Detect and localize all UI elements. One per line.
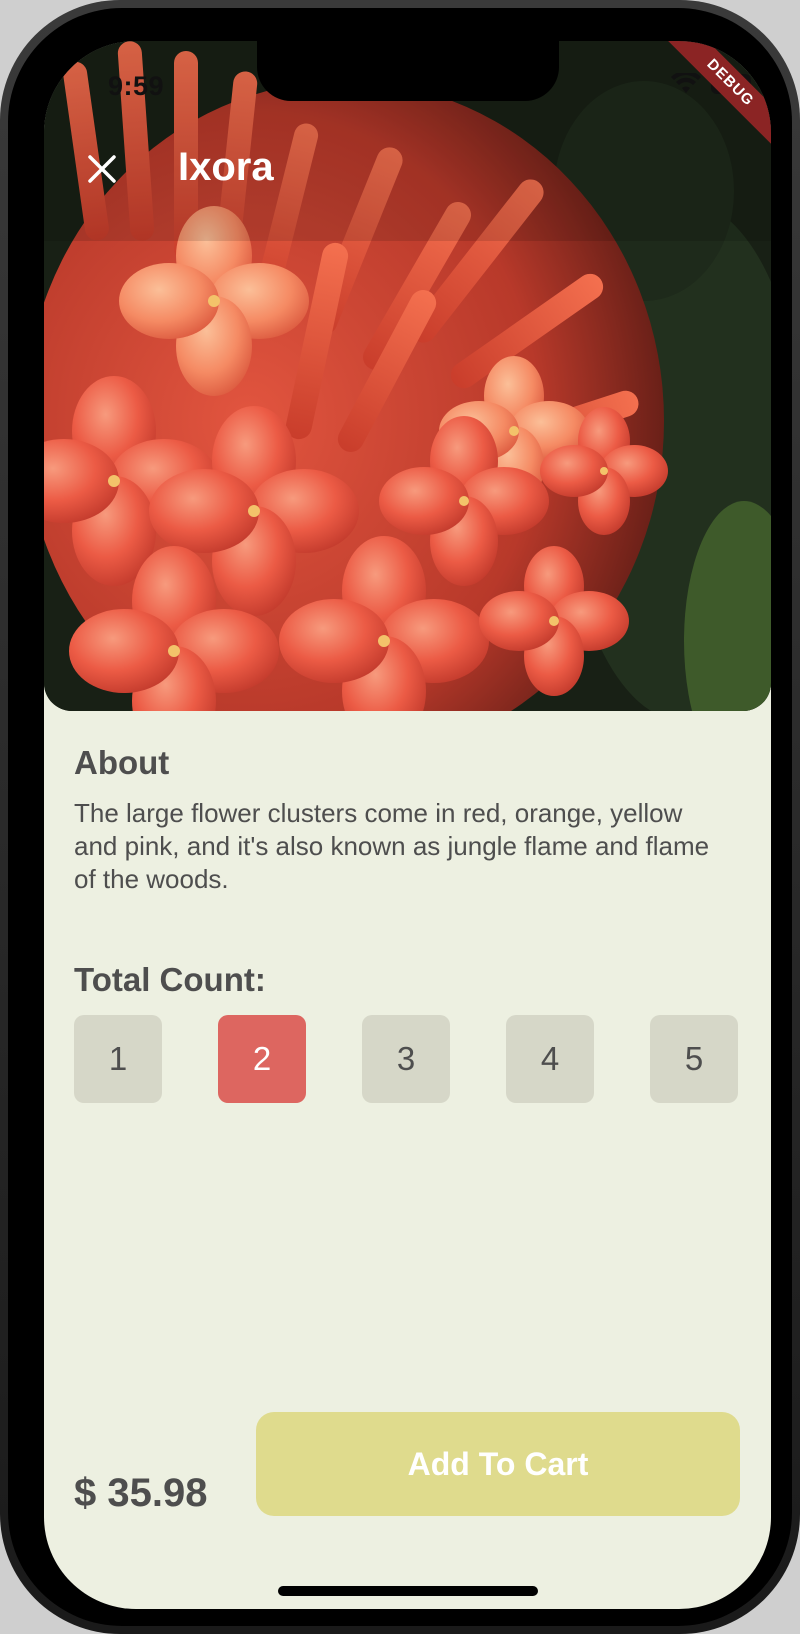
count-option-4[interactable]: 4 (506, 1015, 594, 1103)
home-indicator[interactable] (278, 1586, 538, 1596)
total-count-heading: Total Count: (74, 961, 266, 998)
app-screen: 9:59 DEBUG Ixora About The large flower … (44, 41, 771, 1609)
wifi-icon (671, 73, 701, 93)
add-to-cart-button[interactable]: Add To Cart (256, 1412, 740, 1516)
count-option-3[interactable]: 3 (362, 1015, 450, 1103)
count-selector: 1 2 3 4 5 (74, 1015, 742, 1105)
phone-frame: 9:59 DEBUG Ixora About The large flower … (0, 0, 800, 1634)
flower-hero-image (44, 41, 771, 711)
count-option-5[interactable]: 5 (650, 1015, 738, 1103)
phone-bezel: 9:59 DEBUG Ixora About The large flower … (8, 8, 792, 1626)
count-option-1[interactable]: 1 (74, 1015, 162, 1103)
price-label: $ 35.98 (74, 1471, 208, 1515)
count-option-2[interactable]: 2 (218, 1015, 306, 1103)
plant-title: Ixora (178, 145, 274, 189)
about-heading: About (74, 744, 170, 781)
close-icon[interactable] (82, 149, 122, 189)
notch (257, 41, 559, 101)
status-time: 9:59 (108, 71, 165, 101)
about-description: The large flower clusters come in red, o… (74, 798, 710, 894)
